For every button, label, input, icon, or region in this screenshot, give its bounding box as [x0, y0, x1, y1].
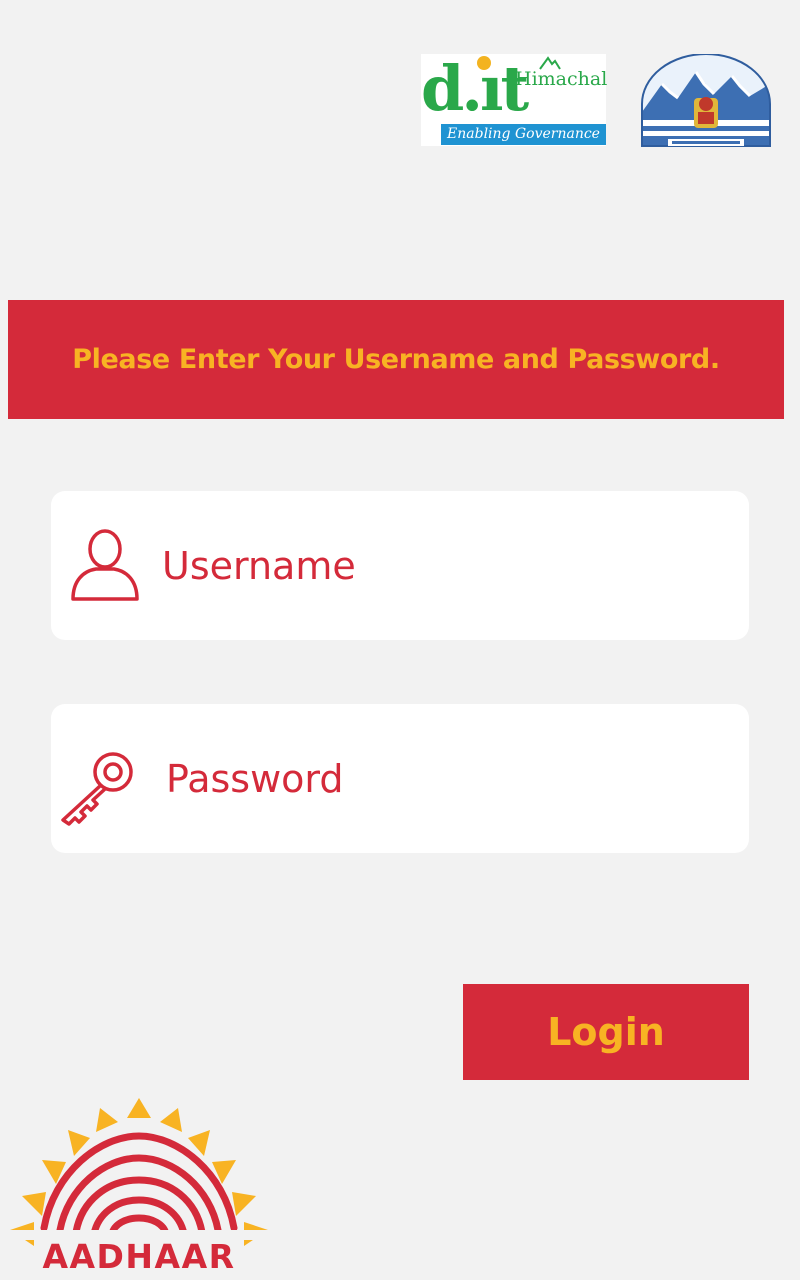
password-input[interactable]	[166, 742, 686, 816]
sun-rays-icon	[10, 1098, 268, 1246]
key-icon	[61, 752, 133, 826]
banner-message: Please Enter Your Username and Password.	[72, 344, 720, 375]
login-screen: d.ıt Himachal Enabling Governance Please…	[0, 0, 800, 1280]
dit-logo-dot	[477, 56, 491, 70]
fingerprint-icon	[40, 1132, 238, 1238]
username-field[interactable]	[51, 491, 749, 640]
instruction-banner: Please Enter Your Username and Password.	[8, 300, 784, 419]
login-button[interactable]: Login	[463, 984, 749, 1080]
dit-logo-letters: d.ıt	[421, 52, 529, 125]
aadhaar-label: AADHAAR	[42, 1237, 235, 1276]
user-icon	[71, 529, 139, 601]
aadhaar-logo-icon: AADHAAR	[8, 1098, 270, 1276]
lion-capital-icon	[694, 97, 718, 128]
dit-logo-region: Himachal	[515, 68, 608, 90]
himachal-pradesh-emblem-icon	[641, 54, 771, 147]
dit-logo-tagline: Enabling Governance	[441, 124, 606, 145]
password-field[interactable]	[51, 704, 749, 853]
username-input[interactable]	[162, 529, 682, 603]
dit-himachal-logo: d.ıt Himachal Enabling Governance	[421, 52, 608, 146]
